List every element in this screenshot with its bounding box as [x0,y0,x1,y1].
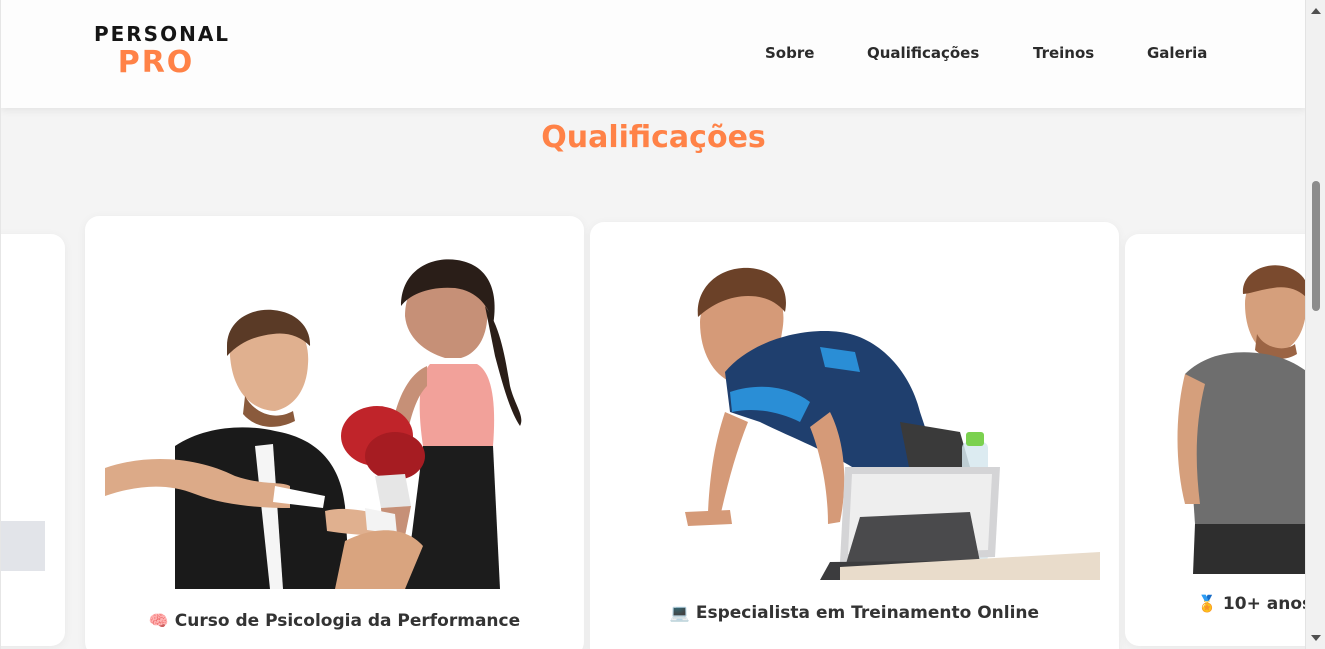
card-caption-text: Especialista em Treinamento Online [695,603,1040,623]
nav-link-sobre[interactable]: Sobre [765,44,814,62]
card-caption: 💻 Especialista em Treinamento Online [590,603,1119,623]
vertical-scrollbar[interactable] [1305,0,1325,649]
scrollbar-thumb[interactable] [1312,181,1320,311]
nav-link-galeria[interactable]: Galeria [1147,44,1207,62]
scroll-down-arrow-icon[interactable] [1311,635,1321,641]
boxing-coach-illustration [105,259,522,589]
logo-top-text: PERSONAL [93,22,231,46]
trainer-illustration [1177,265,1305,574]
online-training-illustration [685,267,1100,580]
card-image [670,262,1100,582]
card-caption: 🧠 Curso de Psicologia da Performance [85,611,584,631]
carousel-card-next[interactable]: 🏅 10+ anos [1125,234,1305,646]
nav-link-qualificacoes[interactable]: Qualificações [867,44,979,62]
site-header: PERSONAL PRO Sobre Qualificações Treinos… [1,0,1305,108]
card-image-placeholder [1,521,45,571]
page: PERSONAL PRO Sobre Qualificações Treinos… [0,0,1305,649]
carousel-card-previous[interactable] [1,234,65,646]
main-nav: Sobre Qualificações Treinos Galeria [1,44,1305,64]
card-caption-text: 10+ anos [1222,594,1305,614]
card-image [105,246,565,589]
scroll-up-arrow-icon[interactable] [1311,8,1321,14]
card-caption: 🏅 10+ anos [1125,594,1305,614]
carousel-card[interactable]: 🧠 Curso de Psicologia da Performance [85,216,584,649]
card-caption-text: Curso de Psicologia da Performance [174,611,521,631]
brain-icon: 🧠 [148,611,169,630]
laptop-icon: 💻 [669,603,690,622]
section-title: Qualificações [541,120,766,155]
carousel-card[interactable]: 💻 Especialista em Treinamento Online [590,222,1119,649]
medal-icon: 🏅 [1197,594,1217,613]
nav-link-treinos[interactable]: Treinos [1033,44,1094,62]
card-image [1175,264,1305,574]
